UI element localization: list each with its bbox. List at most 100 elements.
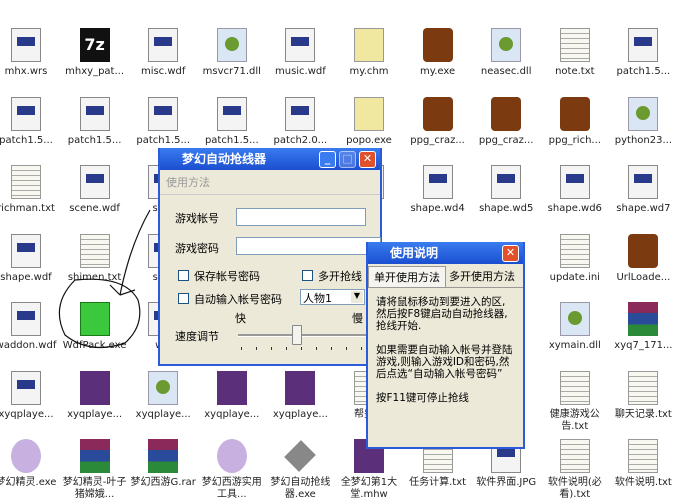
- doc-file-icon: [216, 96, 247, 131]
- desktop-icon[interactable]: xyqplaye...: [0, 370, 60, 421]
- doc-file-icon: [559, 165, 590, 199]
- doc-file-icon: [285, 96, 316, 131]
- desktop-icon[interactable]: shape.wd4: [404, 165, 472, 215]
- desktop-icon-label: ppg_craz...: [478, 134, 534, 146]
- account-input[interactable]: [236, 208, 366, 226]
- account-label: 游戏帐号: [175, 212, 219, 225]
- desktop-icon[interactable]: 7z mhxy_pat...: [61, 28, 129, 78]
- desktop-icon[interactable]: msvcr71.dll: [198, 28, 266, 78]
- help-title-bar[interactable]: 使用说明 ✕: [368, 242, 523, 264]
- multi-open-checkbox[interactable]: [302, 270, 313, 281]
- desktop-icon[interactable]: my.exe: [404, 28, 472, 78]
- desktop-icon[interactable]: ppg_craz...: [404, 96, 472, 147]
- desktop-icon-label: 梦幻西游实用工具...: [201, 477, 262, 500]
- desktop-icon-label: my.exe: [420, 66, 456, 77]
- desktop-icon-label: 软件界面.JPG: [476, 477, 537, 488]
- desktop-icon[interactable]: xyqplaye...: [61, 370, 129, 421]
- desktop-icon[interactable]: patch1.5...: [609, 28, 677, 78]
- maximize-button[interactable]: □: [339, 151, 356, 168]
- desktop-icon[interactable]: update.ini: [541, 233, 609, 284]
- desktop-icon-label: xyqplaye...: [204, 408, 260, 420]
- speed-slider-track[interactable]: [238, 334, 378, 337]
- desktop-icon[interactable]: shape.wd7: [609, 165, 677, 215]
- desktop-icon[interactable]: 软件说明(必看).txt: [541, 439, 609, 501]
- desktop-icon[interactable]: patch1.5...: [0, 96, 60, 147]
- doc-file-icon: [11, 302, 41, 336]
- chm-file-icon: [354, 96, 384, 131]
- mon-file-icon: [79, 370, 110, 405]
- desktop-icon[interactable]: patch1.5...: [129, 96, 197, 147]
- desktop-icon-label: shape.wd6: [547, 203, 602, 214]
- desktop-icon[interactable]: music.wdf: [266, 28, 334, 78]
- desktop-icon-label: xymain.dll: [548, 340, 601, 351]
- desktop-icon-label: note.txt: [555, 66, 595, 77]
- desktop-icon[interactable]: xyqplaye...: [266, 370, 334, 421]
- desktop-icon-label: 聊天记录.txt: [614, 408, 672, 420]
- tab-multi[interactable]: 多开使用方法: [446, 266, 518, 287]
- desktop-icon[interactable]: 软件说明.txt: [609, 439, 677, 489]
- txt-file-icon: [559, 28, 590, 62]
- speed-slider-thumb[interactable]: [292, 325, 302, 345]
- desktop-icon[interactable]: patch2.0...: [266, 96, 334, 147]
- desktop-icon[interactable]: 梦幻西游G.rar: [129, 439, 197, 489]
- desktop-icon[interactable]: shape.wd6: [541, 165, 609, 215]
- desktop-icon[interactable]: patch1.5...: [61, 96, 129, 147]
- mon-file-icon: [285, 370, 316, 405]
- game-file-icon: [422, 96, 453, 131]
- desktop-icon[interactable]: note.txt: [541, 28, 609, 78]
- desktop-icon[interactable]: 健康游戏公告.txt: [541, 370, 609, 433]
- desktop-icon[interactable]: UrlLoade...: [609, 233, 677, 284]
- slow-label: 慢: [352, 312, 363, 325]
- desktop-icon[interactable]: neasec.dll: [472, 28, 540, 78]
- desktop-icon[interactable]: xyqplaye...: [198, 370, 266, 421]
- txt-file-icon: [559, 439, 590, 473]
- save-password-checkbox[interactable]: [178, 270, 189, 281]
- desktop-icon-label: 全梦幻第1大堂.mhw: [340, 477, 398, 500]
- desktop-icon[interactable]: 梦幻精灵-叶子猪嫦娥...: [61, 439, 129, 501]
- desktop-icon[interactable]: 聊天记录.txt: [609, 370, 677, 421]
- multi-open-label: 多开抢线: [318, 270, 362, 283]
- close-button[interactable]: ✕: [359, 151, 376, 168]
- help-paragraph: 如果需要自动输入帐号并登陆游戏,则输入游戏ID和密码,然后点选“自动输入帐号密码…: [376, 344, 513, 380]
- desktop-icon[interactable]: 梦幻西游实用工具...: [198, 439, 266, 501]
- desktop-icon-label: 软件说明(必看).txt: [547, 477, 602, 500]
- desktop-icon-label: music.wdf: [274, 66, 326, 77]
- character-select[interactable]: 人物1 ▼: [300, 289, 365, 305]
- help-window: 使用说明 ✕ 单开使用方法 多开使用方法 请将鼠标移动到要进入的区,然后按F8键…: [366, 242, 525, 449]
- desktop-icon[interactable]: python23...: [609, 96, 677, 147]
- desktop-icon[interactable]: 梦幻自动抢线器.exe: [266, 439, 334, 501]
- desktop-icon[interactable]: patch1.5...: [198, 96, 266, 147]
- character-select-value: 人物1: [303, 292, 332, 305]
- minimize-button[interactable]: _: [319, 151, 336, 168]
- help-paragraph: 请将鼠标移动到要进入的区,然后按F8键启动自动抢线器,抢线开始.: [376, 296, 508, 332]
- password-input[interactable]: [236, 237, 381, 255]
- desktop-icon[interactable]: xyqplaye...: [129, 370, 197, 421]
- rar-file-icon: [79, 439, 110, 473]
- desktop-icon[interactable]: mhx.wrs: [0, 28, 60, 78]
- help-close-button[interactable]: ✕: [502, 245, 519, 262]
- doc-file-icon: [491, 165, 522, 199]
- tab-single[interactable]: 单开使用方法: [368, 266, 446, 287]
- desktop-icon[interactable]: xymain.dll: [541, 302, 609, 352]
- save-password-label: 保存帐号密码: [194, 270, 260, 283]
- desktop-icon-label: xyqplaye...: [272, 408, 328, 420]
- girl-file-icon: [11, 439, 41, 473]
- desktop-icon[interactable]: ppg_rich...: [541, 96, 609, 147]
- doc-file-icon: [628, 28, 659, 62]
- auto-input-checkbox[interactable]: [178, 293, 189, 304]
- desktop-icon[interactable]: my.chm: [335, 28, 403, 78]
- dll-file-icon: [491, 28, 522, 62]
- desktop-icon[interactable]: xyq7_171...: [609, 302, 677, 352]
- desktop-icon-label: patch1.5...: [616, 66, 671, 77]
- menu-usage[interactable]: 使用方法: [160, 170, 380, 195]
- doc-file-icon: [285, 28, 316, 62]
- desktop-icon[interactable]: ppg_craz...: [472, 96, 540, 147]
- desktop-icon[interactable]: 梦幻精灵.exe: [0, 439, 60, 489]
- desktop-icon[interactable]: popo.exe: [335, 96, 403, 147]
- main-title-bar[interactable]: 梦幻自动抢线器 _ □ ✕: [160, 148, 380, 170]
- desktop-icon[interactable]: misc.wdf: [129, 28, 197, 78]
- desktop-icon-label: mhx.wrs: [4, 66, 48, 77]
- desktop-icon[interactable]: shape.wd5: [472, 165, 540, 215]
- doc-file-icon: [11, 370, 41, 405]
- desktop-icon-label: patch2.0...: [273, 134, 328, 146]
